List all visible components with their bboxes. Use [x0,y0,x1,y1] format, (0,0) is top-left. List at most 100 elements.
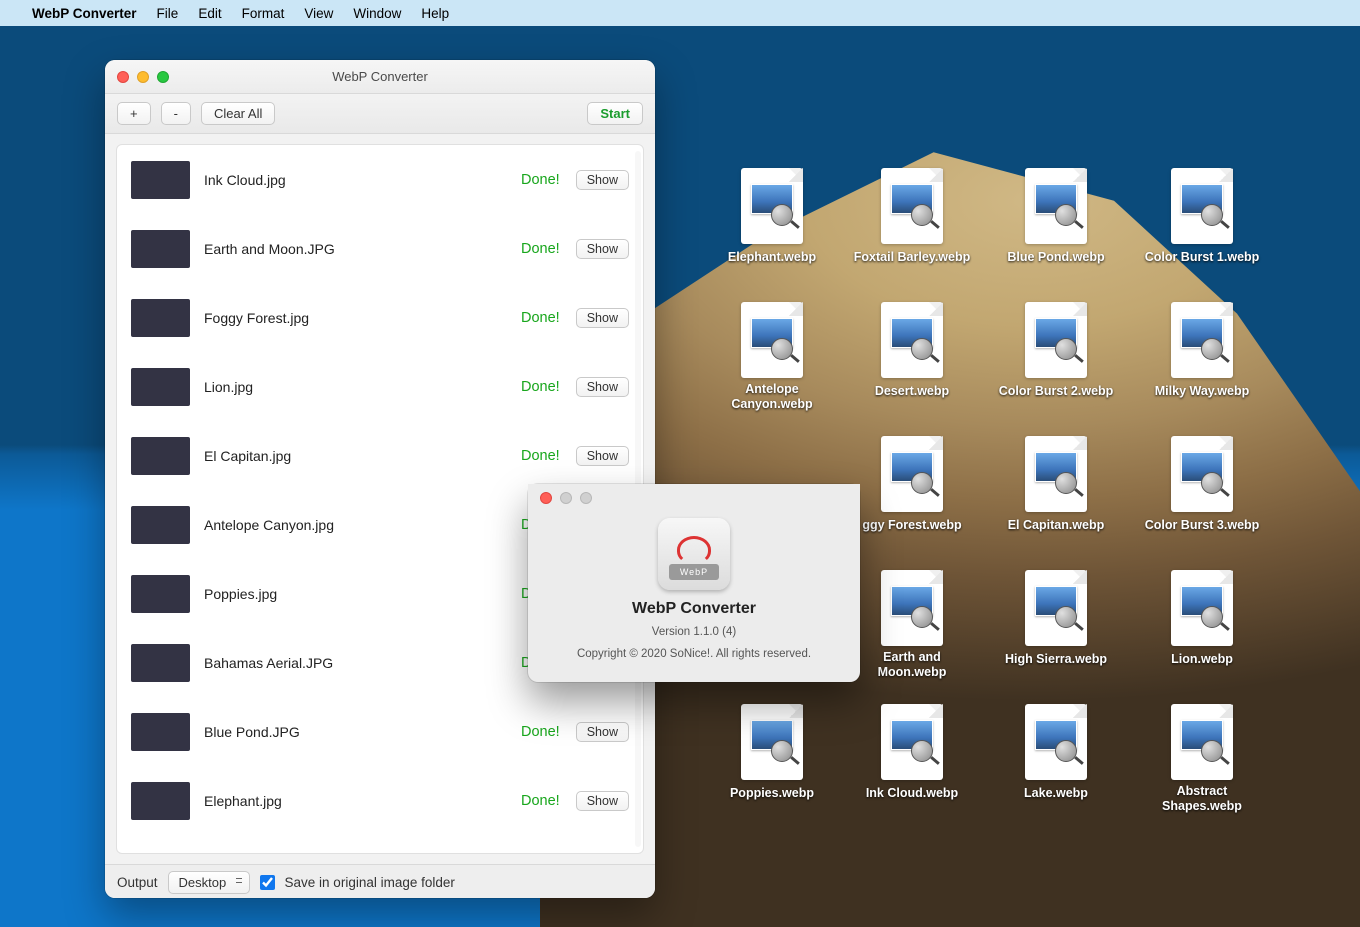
show-button[interactable]: Show [576,239,629,259]
edit-menu[interactable]: Edit [198,6,221,21]
file-thumbnail [131,230,190,268]
desktop-file[interactable]: Foxtail Barley.webp [852,168,972,266]
about-titlebar[interactable] [528,484,860,512]
output-destination-select[interactable]: Desktop [168,871,250,894]
file-status: Done! [521,448,560,464]
file-row[interactable]: Blue Pond.JPGDone! Show [117,697,643,766]
desktop-file[interactable]: Lion.webp [1142,570,1262,668]
file-name: Blue Pond.JPG [204,724,521,740]
window-title: WebP Converter [105,69,655,84]
desktop-file[interactable]: Blue Pond.webp [996,168,1116,266]
desktop-file[interactable]: Abstract Shapes.webp [1142,704,1262,815]
view-menu[interactable]: View [304,6,333,21]
desktop-file-label: Elephant.webp [728,250,816,265]
start-button[interactable]: Start [587,102,643,125]
desktop-file[interactable]: Color Burst 1.webp [1142,168,1262,266]
format-menu[interactable]: Format [242,6,285,21]
app-menu[interactable]: WebP Converter [32,6,137,21]
help-menu[interactable]: Help [421,6,449,21]
file-name: Lion.jpg [204,379,521,395]
webp-file-icon [1025,168,1087,244]
desktop: WebP Converter File Edit Format View Win… [0,0,1360,927]
about-version: Version 1.1.0 (4) [528,626,860,638]
desktop-file[interactable]: Desert.webp [852,302,972,400]
desktop-file[interactable]: Lake.webp [996,704,1116,802]
webp-file-icon [881,168,943,244]
webp-file-icon [741,302,803,378]
about-close-button[interactable] [540,492,552,504]
show-button[interactable]: Show [576,446,629,466]
file-row[interactable]: El Capitan.jpgDone!Show [117,421,643,490]
desktop-file-label: High Sierra.webp [1005,652,1107,667]
close-button[interactable] [117,71,129,83]
desktop-file[interactable]: El Capitan.webp [996,436,1116,534]
converter-bottombar: Output Desktop Save in original image fo… [105,864,655,898]
save-original-folder-checkbox[interactable] [260,875,275,890]
file-thumbnail [131,161,190,199]
zoom-button[interactable] [157,71,169,83]
file-row[interactable]: Elephant.jpgDone! Show [117,766,643,835]
desktop-file-label: Earth and Moon.webp [852,650,972,680]
show-button[interactable]: Show [576,170,629,190]
file-row[interactable]: Earth and Moon.JPGDone!Show [117,214,643,283]
save-original-folder-label: Save in original image folder [285,875,455,890]
file-name: Bahamas Aerial.JPG [204,655,521,671]
file-status: Done! [521,724,560,740]
desktop-file-label: Ink Cloud.webp [866,786,958,801]
minimize-button[interactable] [137,71,149,83]
file-thumbnail [131,299,190,337]
file-thumbnail [131,575,190,613]
file-thumbnail [131,782,190,820]
webp-file-icon [1025,570,1087,646]
remove-button[interactable]: - [161,102,191,125]
file-thumbnail [131,437,190,475]
converter-titlebar[interactable]: WebP Converter [105,60,655,94]
file-row[interactable]: Foggy Forest.jpgDone! Show [117,283,643,352]
webp-file-icon [1171,570,1233,646]
desktop-file-label: Color Burst 1.webp [1145,250,1260,265]
desktop-file[interactable]: Antelope Canyon.webp [712,302,832,413]
file-name: Foggy Forest.jpg [204,310,521,326]
file-menu[interactable]: File [157,6,179,21]
webp-file-icon [881,704,943,780]
add-button[interactable]: + [117,102,151,125]
webp-file-icon [1171,436,1233,512]
webp-file-icon [1025,436,1087,512]
desktop-file[interactable]: Color Burst 3.webp [1142,436,1262,534]
desktop-file[interactable]: Milky Way.webp [1142,302,1262,400]
webp-file-icon [881,436,943,512]
desktop-file[interactable]: Earth and Moon.webp [852,570,972,681]
desktop-file[interactable]: Ink Cloud.webp [852,704,972,802]
desktop-file[interactable]: Poppies.webp [712,704,832,802]
show-button[interactable]: Show [576,377,629,397]
show-button[interactable]: Show [576,308,629,328]
desktop-file-label: Color Burst 2.webp [999,384,1114,399]
webp-file-icon [1025,704,1087,780]
output-label: Output [117,875,158,890]
file-name: Elephant.jpg [204,793,521,809]
webp-file-icon [881,570,943,646]
file-status: Done! [521,310,560,326]
desktop-file-label: ggy Forest.webp [862,518,961,533]
webp-file-icon [1171,168,1233,244]
macos-menubar: WebP Converter File Edit Format View Win… [0,0,1360,26]
desktop-file[interactable]: ggy Forest.webp [852,436,972,534]
file-name: Earth and Moon.JPG [204,241,521,257]
desktop-file-label: Lake.webp [1024,786,1088,801]
clear-all-button[interactable]: Clear All [201,102,275,125]
about-minimize-button [560,492,572,504]
desktop-file[interactable]: High Sierra.webp [996,570,1116,668]
about-copyright: Copyright © 2020 SoNice!. All rights res… [528,648,860,660]
file-status: Done! [521,793,560,809]
converter-window: WebP Converter + - Clear All Start Ink C… [105,60,655,898]
window-menu[interactable]: Window [353,6,401,21]
file-row[interactable]: Ink Cloud.jpgDone!Show [117,145,643,214]
file-name: Ink Cloud.jpg [204,172,521,188]
webp-file-icon [1171,704,1233,780]
desktop-file[interactable]: Elephant.webp [712,168,832,266]
desktop-file-label: Poppies.webp [730,786,814,801]
desktop-file[interactable]: Color Burst 2.webp [996,302,1116,400]
show-button[interactable]: Show [576,791,629,811]
show-button[interactable]: Show [576,722,629,742]
file-row[interactable]: Lion.jpgDone!Show [117,352,643,421]
